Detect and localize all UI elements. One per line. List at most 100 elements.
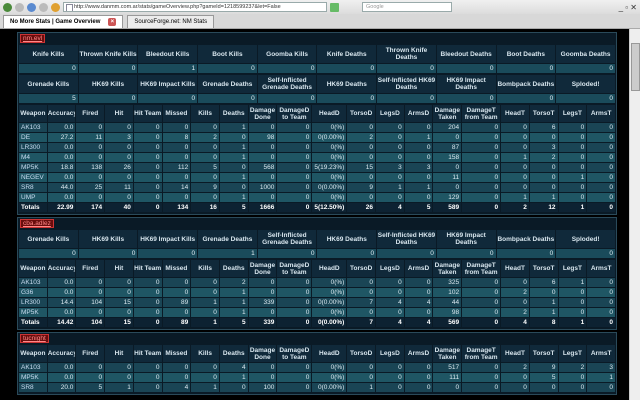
- window-controls-icon[interactable]: _ ▫ ✕: [619, 3, 637, 12]
- cell: 0: [105, 153, 133, 162]
- summary-value: 0: [436, 64, 496, 73]
- total-cell: 12: [529, 203, 558, 212]
- column-header: Missed: [162, 260, 191, 277]
- cell: 0.0: [47, 373, 76, 382]
- scrollbar-thumb[interactable]: [631, 43, 640, 91]
- summary-header: HK69 Impact Deaths: [436, 230, 496, 248]
- home-icon[interactable]: [51, 2, 60, 12]
- go-icon[interactable]: [330, 2, 339, 12]
- cell: 0: [219, 383, 248, 392]
- cell: 0: [248, 153, 277, 162]
- summary-value: 0: [317, 64, 377, 73]
- column-header: ArmsT: [587, 260, 615, 277]
- cell: 0: [462, 133, 501, 142]
- column-header: TorsoD: [347, 345, 376, 362]
- summary-table: Knife Kills Thrown Knife Kills Bleedout Ki…: [18, 44, 616, 74]
- weapon-header-row: Weapon Accuracy Fired Hit Hit Team Missed Kill…: [19, 260, 615, 277]
- summary-header: Grenade Kills: [19, 75, 78, 93]
- player-name-link[interactable]: nm.evl: [20, 34, 46, 43]
- cell: 0: [191, 278, 219, 287]
- cell: 11: [76, 133, 105, 142]
- table-row: NEGEV 0.0 0 0 0 0 0 1 0 0 0(%) 0 0 0 11 0 0 0 1 0: [19, 173, 615, 182]
- cell: 0: [162, 308, 191, 317]
- forward-icon[interactable]: [15, 2, 24, 12]
- cell: 0(%): [312, 278, 347, 287]
- table-row: MP5K 0.0 0 0 0 0 0 1 0 0 0(%) 0 0 0 98 0 2 1 0 0: [19, 308, 615, 317]
- column-header: Damage Done: [248, 260, 277, 277]
- close-tab-icon[interactable]: ×: [108, 18, 117, 26]
- cell: 0: [433, 183, 462, 192]
- summary-header: Bombpack Deaths: [496, 230, 556, 248]
- cell: 0: [501, 163, 529, 172]
- stop-icon[interactable]: [39, 2, 48, 12]
- cell: 0: [462, 288, 501, 297]
- reload-icon[interactable]: [27, 2, 36, 12]
- cell: 0: [105, 278, 133, 287]
- cell: 2: [501, 363, 529, 372]
- tab-game-overview[interactable]: No More Stats | Game Overview ×: [3, 15, 124, 28]
- cell: 100: [248, 383, 277, 392]
- player-name-link[interactable]: cba.adlez: [20, 219, 54, 228]
- column-header: Deaths: [219, 345, 248, 362]
- player-label-row: tucnight: [18, 334, 616, 344]
- cell: 1: [191, 383, 219, 392]
- cell: 0: [219, 183, 248, 192]
- cell: 0.0: [47, 308, 76, 317]
- cell: 0: [133, 143, 162, 152]
- cell: 9: [529, 363, 558, 372]
- cell: 1: [558, 278, 587, 287]
- weapon-name: LR300: [19, 143, 47, 152]
- cell: 339: [248, 298, 277, 307]
- total-cell: 339: [248, 318, 277, 327]
- summary-header: HK69 Impact Kills: [138, 230, 198, 248]
- table-row: G36 0.0 0 0 0 0 0 1 0 0 0(%) 0 0 0 102 0 2 0 0 0: [19, 288, 615, 297]
- total-cell: 40: [105, 203, 133, 212]
- player-name-link[interactable]: tucnight: [20, 334, 49, 343]
- cell: 0: [501, 183, 529, 192]
- cell: 0: [587, 278, 615, 287]
- cell: 98: [248, 133, 277, 142]
- cell: 0: [133, 193, 162, 202]
- column-header: Damage Done: [248, 105, 277, 122]
- search-input[interactable]: Google: [362, 2, 452, 12]
- weapon-name: AK103: [19, 278, 47, 287]
- cell: 0(%): [312, 173, 347, 182]
- cell: 3: [105, 133, 133, 142]
- cell: 0: [248, 308, 277, 317]
- cell: 0: [529, 183, 558, 192]
- weapon-name: SR8: [19, 183, 47, 192]
- total-cell: 4: [501, 318, 529, 327]
- summary-header: Grenade Deaths: [198, 75, 257, 93]
- column-header: DamageT from Team: [462, 260, 501, 277]
- weapon-name: MP5K: [19, 163, 47, 172]
- summary-value: 0: [138, 249, 198, 258]
- column-header: HeadD: [312, 345, 347, 362]
- weapon-table: Weapon Accuracy Fired Hit Hit Team Missed Kill…: [18, 259, 616, 328]
- cell: 0: [133, 183, 162, 192]
- weapon-name: G36: [19, 288, 47, 297]
- cell: 3: [404, 163, 433, 172]
- summary-value-row: 0010000000: [19, 64, 615, 73]
- cell: 1: [219, 373, 248, 382]
- cell: 25: [76, 183, 105, 192]
- cell: 0: [133, 308, 162, 317]
- cell: 158: [433, 153, 462, 162]
- cell: 14.4: [47, 298, 76, 307]
- column-header: ArmsD: [404, 345, 433, 362]
- cell: 0: [404, 373, 433, 382]
- tab-sourceforge[interactable]: SourceForge.net: NM Stats: [127, 15, 215, 28]
- column-header: Weapon: [19, 105, 47, 122]
- back-icon[interactable]: [3, 2, 12, 12]
- cell: 0: [462, 298, 501, 307]
- column-header: Damage Done: [248, 345, 277, 362]
- scrollbar[interactable]: [629, 29, 640, 400]
- column-header: LegsD: [376, 105, 404, 122]
- cell: 0: [277, 193, 312, 202]
- summary-value: 0: [257, 94, 317, 103]
- totals-label: Totals: [19, 203, 47, 212]
- cell: 0: [529, 173, 558, 182]
- summary-value: 0: [198, 94, 257, 103]
- weapon-table: Weapon Accuracy Fired Hit Hit Team Missed Kill…: [18, 344, 616, 393]
- address-bar[interactable]: http://www.danmm.com.ar/stats/gameOvervi…: [63, 2, 327, 12]
- summary-value: 0: [496, 64, 556, 73]
